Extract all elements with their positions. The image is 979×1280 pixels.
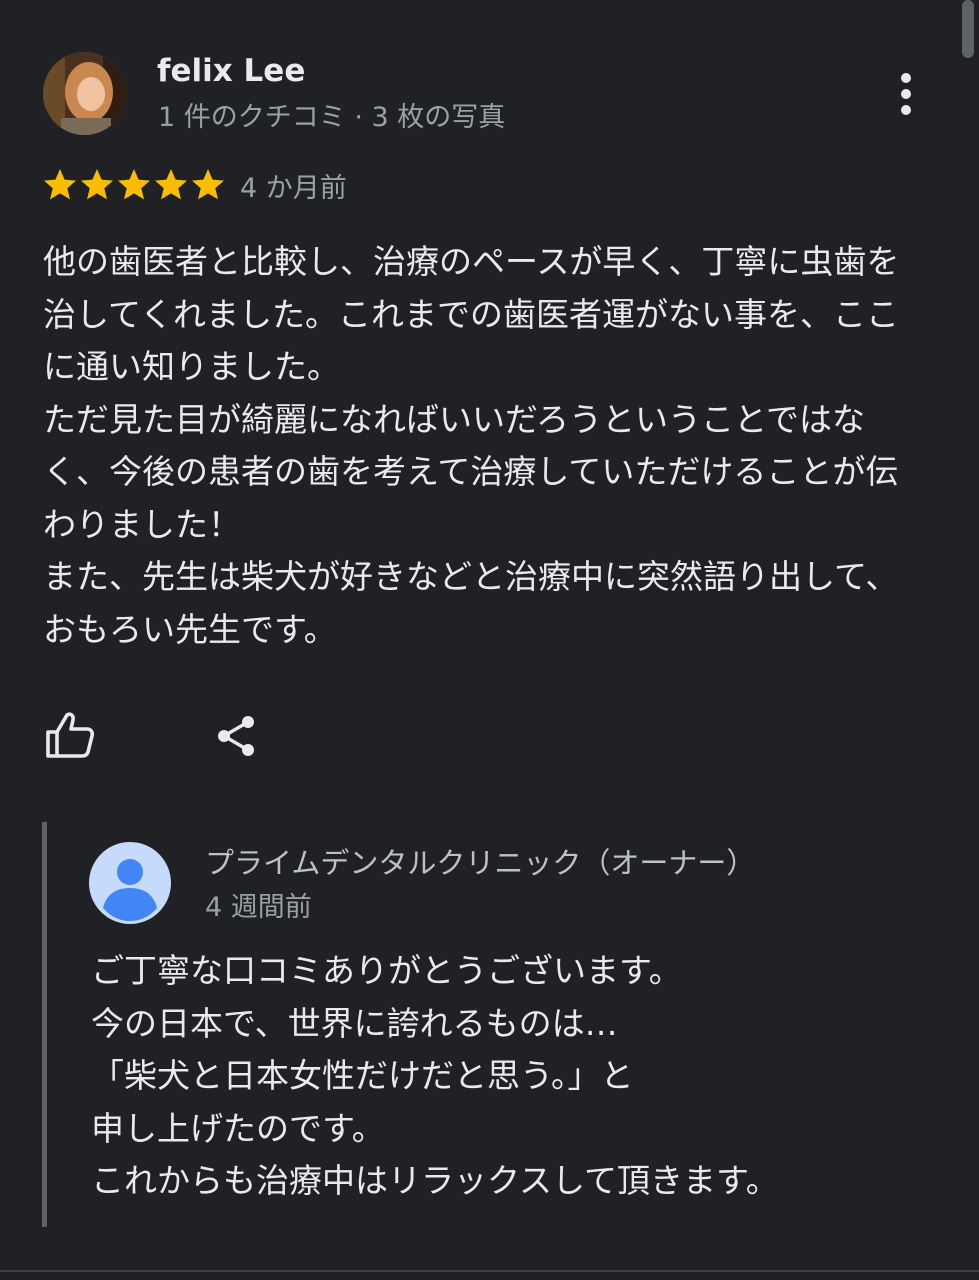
review-time: 4 か月前 [240,173,347,204]
divider [0,1270,979,1272]
reviewer-name[interactable]: felix Lee [157,53,305,89]
share-icon[interactable] [212,712,260,760]
user-avatar[interactable] [43,52,126,135]
review-text: 他の歯医者と比較し、治療のペースが早く、丁寧に虫歯を治してくれました。これまでの… [43,242,900,649]
star-icon [192,169,224,200]
review-page: felix Lee 1 件のクチコミ · 3 枚の写真 4 か月前 他の歯医者と… [0,0,979,1280]
star-icon [44,169,76,200]
reviewer-meta: 1 件のクチコミ · 3 枚の写真 [158,102,506,133]
owner-reply-time: 4 週間前 [205,892,312,923]
scrollbar[interactable] [962,0,974,58]
owner-reply-text: ご丁寧な口コミありがとうございます。 今の日本で、世界に誇れるものは… 「柴犬と… [91,951,779,1200]
thumb-up-icon[interactable] [44,710,96,762]
star-rating [42,167,226,203]
owner-avatar [89,842,171,924]
more-vertical-icon[interactable] [890,70,922,118]
star-icon [155,169,187,200]
reply-indent-bar [42,822,47,1227]
star-icon [81,169,113,200]
star-icon [118,169,150,200]
owner-name: プライムデンタルクリニック（オーナー） [205,846,756,880]
